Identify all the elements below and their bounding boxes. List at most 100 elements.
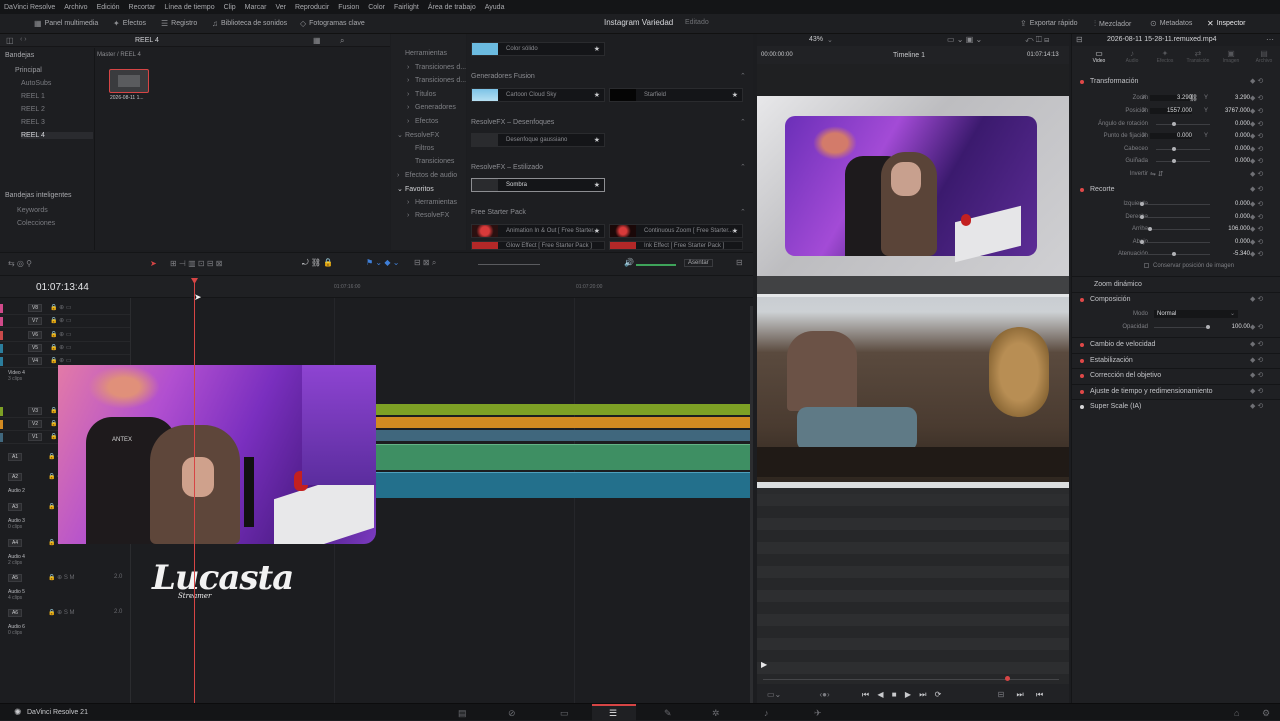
slider-knob[interactable] [1140,215,1144,219]
clip-v2[interactable] [376,417,750,428]
effects-tree-item[interactable]: › Efectos de audio [397,172,457,179]
track-label[interactable]: A2 [8,473,22,481]
track-label[interactable]: V1 [28,433,42,441]
section-0[interactable]: Cambio de velocidad [1080,341,1155,348]
keyframe-icon[interactable]: ◆ ⟲ [1250,132,1263,140]
viewer-zoom[interactable]: 43% [809,36,823,43]
menu-item[interactable]: Fairlight [394,4,419,11]
play-cursor-icon[interactable]: ▶ [761,660,767,669]
favorite-star-icon[interactable]: ★ [594,45,600,53]
property-value[interactable]: 0.000 [1210,121,1250,127]
section-options-icon[interactable]: ◆ ⟲ [1250,356,1263,364]
slider-knob[interactable] [1172,122,1176,126]
fx-card-solid-color[interactable]: Color sólido ★ [471,42,605,56]
effects-tree-item[interactable]: › Transiciones d... [407,77,466,84]
section-3[interactable]: Ajuste de tiempo y redimensionamiento [1080,388,1213,395]
panel-toggle-icon[interactable]: ⊟ [1076,35,1083,44]
property-slider[interactable] [1156,124,1210,125]
track-controls-icon[interactable]: 🔒 ⊕ S M [48,609,75,616]
track-label[interactable]: V3 [28,407,42,415]
favorite-star-icon[interactable]: ★ [594,136,600,144]
cut-page-icon[interactable]: ⊘ [508,708,516,719]
track-controls-icon[interactable]: 🔒 ⊕ ▭ [50,304,72,311]
home-icon[interactable]: ⌂ [1234,708,1239,718]
section-options-icon[interactable]: ◆ ⟲ [1250,77,1263,85]
metadata-button[interactable]: ⊙ Metadatos [1150,19,1192,28]
track-label[interactable]: A1 [8,453,22,461]
viewer-options-icon[interactable]: ▭ ⌄ ▣ ⌄ [947,35,982,44]
select-tool-icon[interactable]: ➤ [150,259,157,268]
bin-reel-2[interactable]: REEL 2 [21,106,45,113]
timeline-scrollbar[interactable] [750,306,753,703]
effects-tree-item[interactable]: › Títulos [407,91,436,98]
property-value[interactable]: 100.00 [1210,324,1250,330]
keyframe-icon[interactable]: ◆ ⟲ [1250,238,1263,246]
track-controls-icon[interactable]: 🔒 ⊕ ▭ [50,357,72,364]
edit-tools-icon[interactable]: ⊞ ⊣ ▥ ⊡ ⊟ ⊠ [170,259,222,268]
property-slider[interactable] [1154,327,1210,328]
property-value[interactable]: 0.000 [1210,201,1250,207]
property-value-x[interactable]: 0.000 [1150,133,1192,139]
property-value-y[interactable]: 0.000 [1210,133,1250,139]
keyframe-icon[interactable]: ◆ ⟲ [1250,200,1263,208]
keyframe-icon[interactable]: ◆ ⟲ [1250,213,1263,221]
effects-tree-item[interactable]: ⌄ Favoritos [397,185,434,193]
menu-item[interactable]: Marcar [245,4,267,11]
track-label[interactable]: V6 [28,331,42,339]
playhead[interactable] [194,280,195,703]
fusion-page-icon[interactable]: ✎ [664,708,672,719]
nav-back-icon[interactable]: ‹ › [20,36,27,43]
section-enabled-dot[interactable] [1080,342,1084,347]
effects-tree-item[interactable]: Transiciones [407,158,454,165]
index-button[interactable]: ☰ Registro [161,19,197,28]
menu-item[interactable]: DaVinci Resolve [4,4,55,11]
section-options-icon[interactable]: ◆ ⟲ [1250,340,1263,348]
edit-page-tab-active[interactable]: ☰ [592,704,636,721]
loop-icon[interactable]: ⟳ [935,690,942,699]
fx-card-cartoon-cloud-sky[interactable]: Cartoon Cloud Sky ★ [471,88,605,102]
keyframe-icon[interactable]: ◆ ⟲ [1250,145,1263,153]
track-controls-icon[interactable]: 🔒 ⊕ ▭ [50,344,72,351]
deliver-page-icon[interactable]: ✈ [814,708,822,719]
color-page-icon[interactable]: ✲ [712,708,720,719]
section-enabled-dot[interactable] [1080,79,1084,84]
keyframe-icon[interactable]: ◆ ⟲ [1250,323,1263,331]
fx-card-glow-effect[interactable]: Glow Effect [ Free Starter Pack ] [471,241,605,250]
inspector-tab[interactable]: ✦ Efectos [1150,49,1180,64]
track-label[interactable]: V5 [28,344,42,352]
bin-reel-4[interactable]: REEL 4 [21,132,93,139]
smart-bin-colecciones[interactable]: Colecciones [17,220,55,227]
track-label[interactable]: V2 [28,420,42,428]
mixer-button[interactable]: ⫶ Mezclador [1094,19,1131,29]
volume-icon[interactable]: 🔊 [624,258,634,267]
section-dynamic-zoom[interactable]: Zoom dinámico [1094,281,1142,288]
property-value[interactable]: 0.000 [1210,146,1250,152]
slider-knob[interactable] [1172,159,1176,163]
bin-principal[interactable]: Principal [15,67,42,74]
section-2[interactable]: Corrección del objetivo [1080,372,1161,379]
edit-page-icon[interactable]: ▭ [560,708,569,719]
fx-card-drop-shadow[interactable]: Sombra ★ [471,178,605,192]
section-crop[interactable]: Recorte [1080,186,1115,193]
timeline-name[interactable]: Timeline 1 [893,52,925,59]
timeline-options-icon[interactable]: ⊟ [736,258,743,267]
zoom-tools-icon[interactable]: ⊟ ⊠ ⌕ [414,258,436,268]
track-label[interactable]: V8 [28,304,42,312]
blend-mode-select[interactable]: Normal [1154,310,1238,318]
track-label[interactable]: A6 [8,609,22,617]
link-icon[interactable]: ⛓ [1189,94,1198,102]
section-options-icon[interactable]: ◆ ⟲ [1250,402,1263,410]
inspector-tab[interactable]: ♪ Audio [1117,49,1147,64]
fx-card-gaussian-blur[interactable]: Desenfoque gaussiano ★ [471,133,605,147]
section-options-icon[interactable]: ◆ ⟲ [1250,387,1263,395]
section-1[interactable]: Estabilización [1080,357,1133,364]
property-value[interactable]: 0.000 [1210,214,1250,220]
slider-knob[interactable] [1148,227,1152,231]
keyframe-icon[interactable]: ◆ ⟲ [1250,94,1263,102]
jog-icon[interactable]: ‹●› [820,690,830,699]
effects-button[interactable]: ✦ Efectos [113,19,146,28]
fullscreen-icon[interactable]: ⏭ [1017,690,1024,699]
menu-item[interactable]: Ayuda [485,4,505,11]
grid-view-icon[interactable]: ▦ [313,36,321,45]
scrubber-head[interactable] [1005,676,1010,681]
